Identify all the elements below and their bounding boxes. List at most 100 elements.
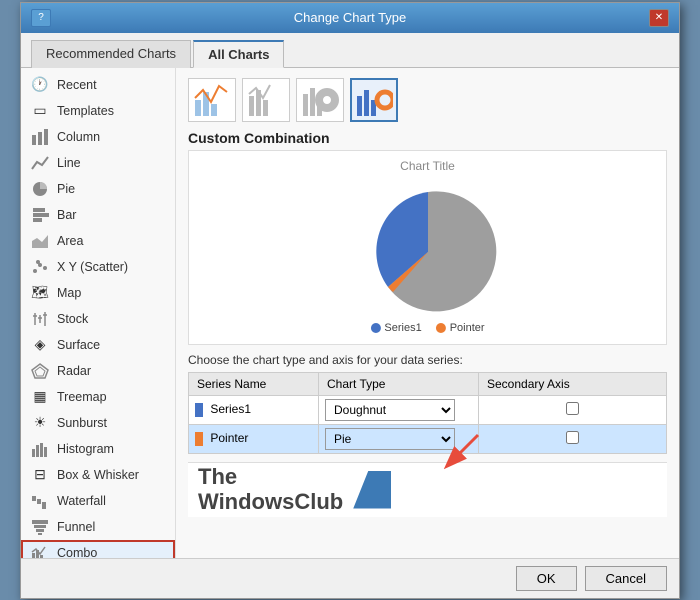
- tab-recommended[interactable]: Recommended Charts: [31, 40, 191, 68]
- sidebar-label-waterfall: Waterfall: [57, 494, 106, 508]
- area-icon: [29, 232, 51, 250]
- sidebar-label-bar: Bar: [57, 208, 76, 222]
- sidebar-item-treemap[interactable]: ▦ Treemap: [21, 384, 175, 410]
- pie-icon: [29, 180, 51, 198]
- stock-icon: [29, 310, 51, 328]
- title-bar: ? Change Chart Type ✕: [21, 3, 679, 33]
- series-table: Series Name Chart Type Secondary Axis Se…: [188, 372, 667, 454]
- sidebar-item-histogram[interactable]: Histogram: [21, 436, 175, 462]
- sidebar-label-recent: Recent: [57, 78, 97, 92]
- chart-legend: Series1 Pointer: [370, 322, 484, 334]
- sidebar-item-combo[interactable]: Combo: [21, 540, 175, 558]
- sidebar-label-treemap: Treemap: [57, 390, 107, 404]
- sidebar-label-histogram: Histogram: [57, 442, 114, 456]
- sidebar-item-templates[interactable]: ▭ Templates: [21, 98, 175, 124]
- sidebar-label-pie: Pie: [57, 182, 75, 196]
- recent-icon: 🕐: [29, 76, 51, 94]
- pointer-charttype-cell: Pie Doughnut Bar: [319, 424, 479, 453]
- surface-icon: ◈: [29, 336, 51, 354]
- section-title: Custom Combination: [188, 130, 667, 146]
- treemap-icon: ▦: [29, 388, 51, 406]
- sidebar-label-templates: Templates: [57, 104, 114, 118]
- sidebar-item-area[interactable]: Area: [21, 228, 175, 254]
- watermark-line2: WindowsClub: [198, 490, 343, 514]
- dialog-title: Change Chart Type: [51, 10, 649, 25]
- pointer-color-indicator: [195, 432, 203, 446]
- series-row-1: Series1 Doughnut Pie Bar: [189, 395, 667, 424]
- sidebar-label-line: Line: [57, 156, 81, 170]
- templates-icon: ▭: [29, 102, 51, 120]
- sidebar-label-map: Map: [57, 286, 81, 300]
- dialog-content: 🕐 Recent ▭ Templates Column Line: [21, 68, 679, 558]
- pointer-secondary-axis-checkbox[interactable]: [566, 431, 579, 444]
- sidebar-item-bar[interactable]: Bar: [21, 202, 175, 228]
- watermark-line1: The: [198, 465, 343, 489]
- legend-label-series1: Series1: [384, 322, 421, 334]
- watermark-text: The WindowsClub: [198, 465, 343, 513]
- series1-name: Series1: [210, 402, 251, 416]
- sidebar-item-radar[interactable]: Radar: [21, 358, 175, 384]
- sidebar-item-recent[interactable]: 🕐 Recent: [21, 72, 175, 98]
- chart-icon-3[interactable]: [296, 78, 344, 122]
- sidebar-label-radar: Radar: [57, 364, 91, 378]
- series1-charttype-cell: Doughnut Pie Bar: [319, 395, 479, 424]
- sidebar-item-xy[interactable]: X Y (Scatter): [21, 254, 175, 280]
- title-bar-controls: ✕: [649, 9, 669, 27]
- close-button[interactable]: ✕: [649, 9, 669, 27]
- chart-type-icons: [188, 78, 667, 122]
- watermark-area: The WindowsClub: [188, 462, 667, 517]
- boxwhisker-icon: ⊟: [29, 466, 51, 484]
- chart-preview: Chart Title Series1 Poin: [188, 150, 667, 345]
- series1-color-indicator: [195, 403, 203, 417]
- sidebar: 🕐 Recent ▭ Templates Column Line: [21, 68, 176, 558]
- pointer-secondary-axis-cell: [479, 424, 667, 453]
- sidebar-item-column[interactable]: Column: [21, 124, 175, 150]
- sunburst-icon: ☀: [29, 414, 51, 432]
- cancel-button[interactable]: Cancel: [585, 566, 667, 591]
- dialog-footer: OK Cancel: [21, 558, 679, 598]
- sidebar-label-boxwhisker: Box & Whisker: [57, 468, 139, 482]
- watermark-logo: [353, 471, 391, 509]
- pointer-charttype-select[interactable]: Pie Doughnut Bar: [325, 428, 455, 450]
- chart-icon-1[interactable]: [188, 78, 236, 122]
- legend-dot-pointer: [436, 323, 446, 333]
- map-icon: 🗺: [29, 284, 51, 302]
- series1-secondary-axis-cell: [479, 395, 667, 424]
- series1-charttype-select[interactable]: Doughnut Pie Bar: [325, 399, 455, 421]
- sidebar-item-waterfall[interactable]: Waterfall: [21, 488, 175, 514]
- legend-pointer: Pointer: [436, 322, 485, 334]
- chart-icon-4[interactable]: [350, 78, 398, 122]
- chart-icon-2[interactable]: [242, 78, 290, 122]
- sidebar-item-line[interactable]: Line: [21, 150, 175, 176]
- sidebar-item-pie[interactable]: Pie: [21, 176, 175, 202]
- sidebar-label-xy: X Y (Scatter): [57, 260, 128, 274]
- sidebar-label-surface: Surface: [57, 338, 100, 352]
- sidebar-label-combo: Combo: [57, 546, 97, 558]
- sidebar-item-surface[interactable]: ◈ Surface: [21, 332, 175, 358]
- sidebar-item-sunburst[interactable]: ☀ Sunburst: [21, 410, 175, 436]
- column-icon: [29, 128, 51, 146]
- ok-button[interactable]: OK: [516, 566, 577, 591]
- change-chart-type-dialog: ? Change Chart Type ✕ Recommended Charts…: [20, 2, 680, 599]
- sidebar-item-funnel[interactable]: Funnel: [21, 514, 175, 540]
- sidebar-item-boxwhisker[interactable]: ⊟ Box & Whisker: [21, 462, 175, 488]
- col-secondary-axis: Secondary Axis: [479, 372, 667, 395]
- sidebar-item-map[interactable]: 🗺 Map: [21, 280, 175, 306]
- chart-title-label: Chart Title: [400, 159, 455, 173]
- sidebar-label-stock: Stock: [57, 312, 88, 326]
- tab-all-charts[interactable]: All Charts: [193, 40, 284, 68]
- sidebar-label-area: Area: [57, 234, 83, 248]
- sidebar-item-stock[interactable]: Stock: [21, 306, 175, 332]
- tabs-bar: Recommended Charts All Charts: [21, 33, 679, 68]
- xy-icon: [29, 258, 51, 276]
- series1-name-cell: Series1: [189, 395, 319, 424]
- main-panel: Custom Combination Chart Title Series1: [176, 68, 679, 558]
- funnel-icon: [29, 518, 51, 536]
- series1-secondary-axis-checkbox[interactable]: [566, 402, 579, 415]
- series-instruction: Choose the chart type and axis for your …: [188, 353, 667, 367]
- help-button[interactable]: ?: [31, 9, 51, 27]
- sidebar-label-sunburst: Sunburst: [57, 416, 107, 430]
- line-icon: [29, 154, 51, 172]
- pointer-name: Pointer: [210, 431, 248, 445]
- combo-icon: [29, 544, 51, 558]
